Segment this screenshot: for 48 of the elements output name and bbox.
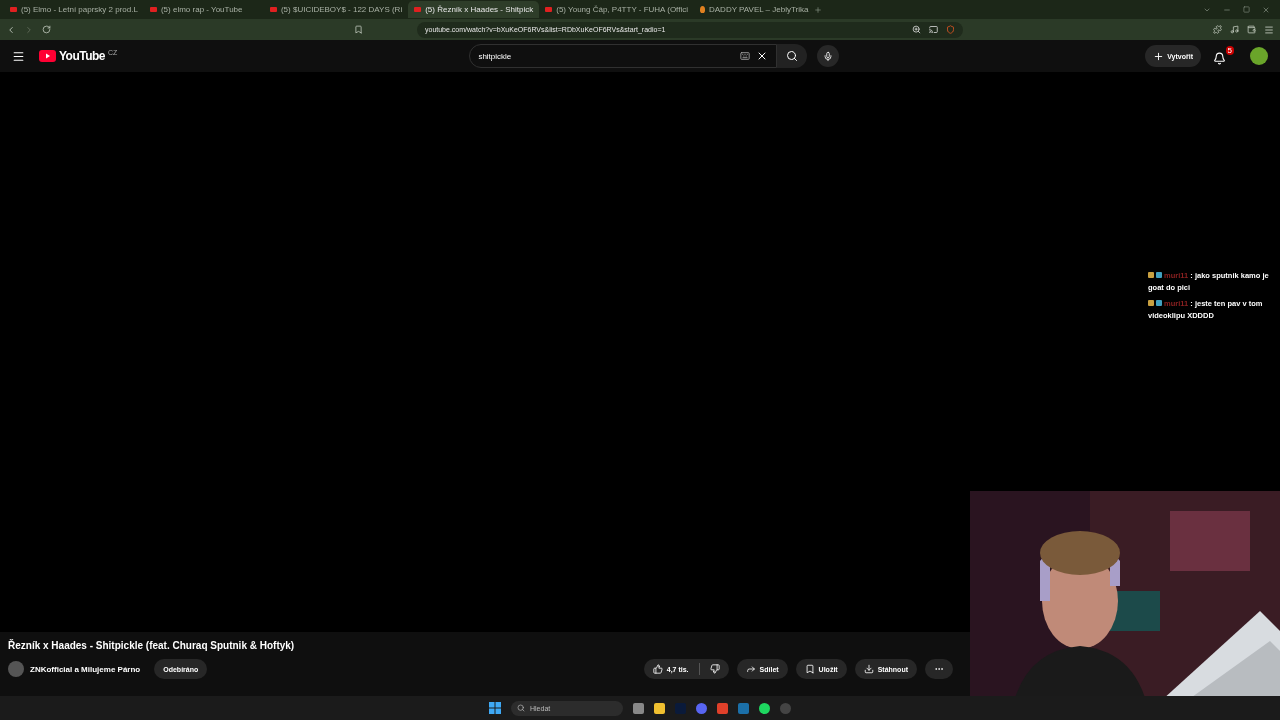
search-text: shitpickle <box>478 51 513 61</box>
channel-avatar <box>8 661 24 677</box>
browser-tab[interactable]: (5) Řezník x Haades - Shitpick <box>408 1 540 18</box>
bell-icon <box>1213 51 1226 65</box>
browser-tab[interactable]: DADDY PAVEL – JeblyTrika <box>694 1 815 18</box>
browser-tab[interactable]: (5) Elmo - Letní paprsky 2 prod.L <box>4 1 144 18</box>
mic-icon <box>823 50 834 62</box>
browser-tab[interactable]: (5) Young Čáp, P4TTY - FUHA (Offici <box>539 1 694 18</box>
download-icon <box>863 664 874 674</box>
more-button[interactable] <box>925 659 953 679</box>
maximize-icon[interactable] <box>1243 5 1250 13</box>
shield-icon[interactable] <box>946 25 955 34</box>
close-icon[interactable] <box>1262 5 1270 14</box>
search-button[interactable] <box>777 44 808 68</box>
share-icon <box>745 664 756 674</box>
wallet-icon[interactable] <box>1247 25 1256 34</box>
keyboard-icon[interactable] <box>740 51 751 61</box>
bookmark-icon[interactable] <box>354 25 363 34</box>
menu-icon[interactable] <box>12 49 25 63</box>
tab-favicon-icon <box>149 7 157 12</box>
music-icon[interactable] <box>1230 25 1239 34</box>
task-view-icon[interactable] <box>633 702 644 714</box>
back-icon[interactable] <box>6 24 16 35</box>
tab-favicon-icon <box>10 7 17 12</box>
video-title: Řezník x Haades - Shitpickle (feat. Churaq Sputnik & Hoftyk) <box>8 640 296 651</box>
tab-favicon-icon <box>269 7 277 12</box>
browser-tab[interactable]: (5) $UICIDEBOY$ - 122 DAYS (Ri <box>263 1 409 18</box>
notification-badge: 5 <box>1225 45 1234 55</box>
tab-favicon-icon <box>545 7 553 12</box>
avatar[interactable] <box>1250 47 1268 65</box>
notifications-button[interactable]: 5 <box>1211 45 1234 67</box>
reload-icon[interactable] <box>42 25 51 34</box>
thumbs-down-icon[interactable] <box>709 664 720 674</box>
new-tab-icon[interactable] <box>814 5 823 14</box>
tab-favicon-icon <box>414 7 422 12</box>
search-icon <box>786 50 799 62</box>
browser-tab[interactable]: (5) elmo rap - YouTube <box>143 1 264 18</box>
mic-button[interactable] <box>817 45 840 67</box>
bookmark-icon <box>804 664 815 674</box>
channel-name[interactable]: ZNKofficial a Milujeme Párno <box>30 664 141 674</box>
search-icon <box>517 704 525 712</box>
cast-icon[interactable] <box>929 25 938 34</box>
zoom-icon[interactable] <box>912 25 921 34</box>
start-icon[interactable] <box>489 702 501 714</box>
thumbs-up-icon <box>652 664 663 674</box>
extension-icon[interactable] <box>1213 25 1222 34</box>
plus-icon <box>1153 50 1165 62</box>
play-logo-icon <box>39 50 56 62</box>
